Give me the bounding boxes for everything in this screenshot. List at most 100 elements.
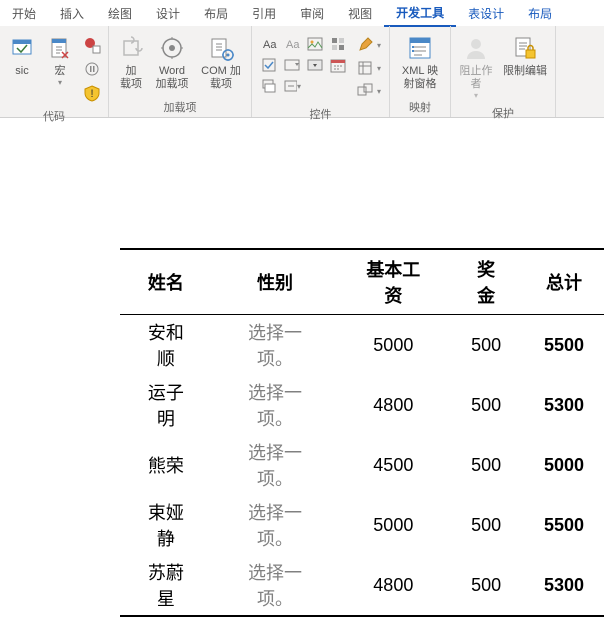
table-row[interactable]: 运子明 选择一项。 4800 500 5300 <box>120 375 604 435</box>
col-total[interactable]: 总计 <box>524 249 604 315</box>
cell-name[interactable]: 苏蔚星 <box>120 555 212 616</box>
group-protect-label: 保护 <box>455 103 551 123</box>
group-code-label: 代码 <box>4 106 104 126</box>
block-authors-label: 阻止作者 <box>456 65 496 91</box>
record-macro-button[interactable] <box>81 34 103 56</box>
cell-bonus[interactable]: 500 <box>448 435 524 495</box>
tab-review[interactable]: 审阅 <box>288 1 336 26</box>
tab-layout[interactable]: 布局 <box>192 1 240 26</box>
gender-dropdown-control[interactable]: 选择一项。 <box>212 375 339 435</box>
visual-basic-label: sic <box>15 65 28 78</box>
gender-dropdown-control[interactable]: 选择一项。 <box>212 315 339 376</box>
rich-text-control-button[interactable]: Aa <box>260 35 278 53</box>
table-row[interactable]: 苏蔚星 选择一项。 4800 500 5300 <box>120 555 604 616</box>
cell-bonus[interactable]: 500 <box>448 555 524 616</box>
com-addins-icon <box>207 34 235 62</box>
tab-draw[interactable]: 绘图 <box>96 1 144 26</box>
cell-name[interactable]: 束娅静 <box>120 495 212 555</box>
group-code: sic 宏 ▾ ! 代码 <box>0 26 109 117</box>
gender-dropdown-control[interactable]: 选择一项。 <box>212 495 339 555</box>
addins-label: 加 载项 <box>120 65 142 91</box>
cell-name[interactable]: 运子明 <box>120 375 212 435</box>
word-addins-icon <box>158 34 186 62</box>
visual-basic-button[interactable]: sic <box>4 32 40 80</box>
salary-table[interactable]: 姓名 性别 基本工资 奖金 总计 安和顺 选择一项。 5000 500 5500… <box>120 248 604 617</box>
tab-view[interactable]: 视图 <box>336 1 384 26</box>
addins-icon <box>117 34 145 62</box>
table-header-row: 姓名 性别 基本工资 奖金 总计 <box>120 249 604 315</box>
macro-security-button[interactable]: ! <box>81 82 103 104</box>
gender-dropdown-control[interactable]: 选择一项。 <box>212 555 339 616</box>
document-area[interactable]: 姓名 性别 基本工资 奖金 总计 安和顺 选择一项。 5000 500 5500… <box>0 118 604 617</box>
cell-base[interactable]: 5000 <box>338 495 448 555</box>
group-protect: 阻止作者 ▾ 限制编辑 保护 <box>451 26 556 117</box>
tab-insert[interactable]: 插入 <box>48 1 96 26</box>
pause-recording-button[interactable] <box>81 58 103 80</box>
group-controls-label: 控件 <box>256 104 385 124</box>
svg-text:Aa: Aa <box>286 39 300 51</box>
xml-mapping-button[interactable]: XML 映 射窗格 <box>394 32 446 93</box>
gender-dropdown-control[interactable]: 选择一项。 <box>212 435 339 495</box>
tab-start[interactable]: 开始 <box>0 1 48 26</box>
restrict-editing-icon <box>511 34 539 62</box>
cell-total[interactable]: 5500 <box>524 315 604 376</box>
cell-name[interactable]: 熊荣 <box>120 435 212 495</box>
word-addins-button[interactable]: Word 加载项 <box>151 32 193 93</box>
addins-button[interactable]: 加 载项 <box>113 32 149 93</box>
ribbon-tabs: 开始 插入 绘图 设计 布局 引用 审阅 视图 开发工具 表设计 布局 <box>0 0 604 26</box>
group-controls: Aa Aa ▾ ▾ <box>252 26 390 117</box>
cell-bonus[interactable]: 500 <box>448 375 524 435</box>
cell-total[interactable]: 5300 <box>524 375 604 435</box>
building-block-control-button[interactable] <box>329 35 347 53</box>
col-gender[interactable]: 性别 <box>212 249 339 315</box>
checkbox-control-button[interactable] <box>260 56 278 74</box>
combobox-control-button[interactable] <box>283 56 301 74</box>
svg-text:Aa: Aa <box>263 39 277 51</box>
xml-mapping-label: XML 映 射窗格 <box>402 65 438 91</box>
col-bonus[interactable]: 奖金 <box>448 249 524 315</box>
macros-button[interactable]: 宏 ▾ <box>42 32 78 90</box>
plain-text-control-button[interactable]: Aa <box>283 35 301 53</box>
cell-base[interactable]: 4800 <box>338 375 448 435</box>
tab-table-design[interactable]: 表设计 <box>456 1 516 26</box>
cell-base[interactable]: 4500 <box>338 435 448 495</box>
block-authors-button[interactable]: 阻止作者 ▾ <box>455 32 497 103</box>
table-row[interactable]: 熊荣 选择一项。 4500 500 5000 <box>120 435 604 495</box>
picture-control-button[interactable] <box>306 35 324 53</box>
restrict-editing-button[interactable]: 限制编辑 <box>499 32 551 80</box>
legacy-tools-button[interactable]: ▾ <box>283 77 301 95</box>
date-control-button[interactable] <box>329 56 347 74</box>
dropdown-icon: ▾ <box>58 78 62 88</box>
group-mapping-label: 映射 <box>394 97 446 117</box>
group-mapping: XML 映 射窗格 映射 <box>390 26 451 117</box>
repeating-section-button[interactable] <box>260 77 278 95</box>
dropdown-control-button[interactable] <box>306 56 324 74</box>
cell-base[interactable]: 4800 <box>338 555 448 616</box>
tab-developer[interactable]: 开发工具 <box>384 0 456 27</box>
svg-text:!: ! <box>90 88 93 100</box>
col-base[interactable]: 基本工资 <box>338 249 448 315</box>
table-row[interactable]: 安和顺 选择一项。 5000 500 5500 <box>120 315 604 376</box>
cell-bonus[interactable]: 500 <box>448 315 524 376</box>
tab-table-layout[interactable]: 布局 <box>516 1 564 26</box>
cell-name[interactable]: 安和顺 <box>120 315 212 376</box>
cell-total[interactable]: 5000 <box>524 435 604 495</box>
cell-total[interactable]: 5500 <box>524 495 604 555</box>
group-button[interactable]: ▾ <box>357 81 381 101</box>
visual-basic-icon <box>8 34 36 62</box>
tab-design[interactable]: 设计 <box>144 1 192 26</box>
col-name[interactable]: 姓名 <box>120 249 212 315</box>
group-addins: 加 载项 Word 加载项 COM 加载项 加载项 <box>109 26 252 117</box>
cell-base[interactable]: 5000 <box>338 315 448 376</box>
design-mode-button[interactable]: ▾ <box>357 35 381 55</box>
word-addins-label: Word 加载项 <box>156 65 189 91</box>
cell-total[interactable]: 5300 <box>524 555 604 616</box>
group-addins-label: 加载项 <box>113 97 247 117</box>
table-body: 安和顺 选择一项。 5000 500 5500 运子明 选择一项。 4800 5… <box>120 315 604 617</box>
properties-button[interactable]: ▾ <box>357 58 381 78</box>
cell-bonus[interactable]: 500 <box>448 495 524 555</box>
ribbon-body: sic 宏 ▾ ! 代码 <box>0 26 604 118</box>
table-row[interactable]: 束娅静 选择一项。 5000 500 5500 <box>120 495 604 555</box>
com-addins-button[interactable]: COM 加载项 <box>195 32 247 93</box>
tab-references[interactable]: 引用 <box>240 1 288 26</box>
